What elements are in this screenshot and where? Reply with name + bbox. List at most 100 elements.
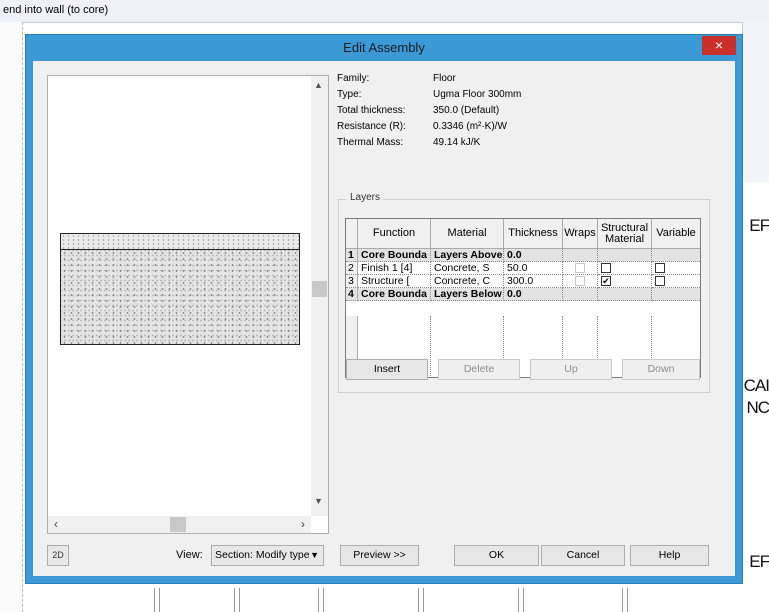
scroll-right-icon[interactable]: › (301, 517, 305, 531)
dialog-titlebar[interactable]: Edit Assembly × (26, 35, 742, 61)
background-hint-text: end into wall (to core) (3, 4, 109, 16)
row-number[interactable]: 1 (346, 249, 358, 262)
column-header-function[interactable]: Function (358, 219, 431, 249)
zoom-icon: 2D (52, 550, 64, 560)
layer-structural-cell (598, 262, 652, 275)
structure-layer-hatch (61, 250, 299, 344)
preview-button[interactable]: Preview >> (340, 545, 419, 566)
structural-material-checkbox[interactable]: ✔ (601, 276, 611, 286)
layers-table[interactable]: Function Material Thickness Wraps Struct… (345, 218, 701, 378)
scroll-left-icon[interactable]: ‹ (54, 517, 58, 531)
layer-material[interactable]: Layers Above (431, 249, 504, 262)
view-select[interactable]: Section: Modify type ▼ (211, 545, 324, 566)
layer-function[interactable]: Structure [ (358, 275, 431, 288)
background-left-strip (0, 22, 23, 612)
row-number[interactable]: 4 (346, 288, 358, 301)
preview-horizontal-scrollbar[interactable]: ‹ › (48, 516, 311, 533)
floor-section-drawing (60, 233, 300, 345)
background-right-panel (742, 22, 769, 182)
background-floorplan (26, 588, 742, 612)
background-toolbar: end into wall (to core) (0, 0, 769, 23)
layer-thickness[interactable]: 50.0 (504, 262, 563, 275)
help-button[interactable]: Help (630, 545, 709, 566)
column-header-row-number (346, 219, 358, 249)
property-resistance: Resistance (R): 0.3346 (m²·K)/W (337, 121, 637, 136)
layer-wraps-cell (563, 275, 598, 288)
property-value: Ugma Floor 300mm (433, 89, 522, 100)
property-value: 0.3346 (m²·K)/W (433, 121, 507, 132)
table-row[interactable]: 3 Structure [ Concrete, C 300.0 ✔ (346, 275, 700, 288)
layer-structural-cell (598, 249, 652, 262)
column-header-wraps[interactable]: Wraps (563, 219, 598, 249)
layer-material[interactable]: Concrete, S (431, 262, 504, 275)
layer-structural-cell (598, 288, 652, 301)
property-value: Floor (433, 73, 456, 84)
layer-function[interactable]: Finish 1 [4] (358, 262, 431, 275)
scroll-up-icon[interactable]: ▲ (314, 80, 323, 90)
column-header-thickness[interactable]: Thickness (504, 219, 563, 249)
insert-button[interactable]: Insert (346, 359, 428, 380)
close-button[interactable]: × (702, 36, 736, 55)
dialog-title: Edit Assembly (343, 40, 425, 55)
property-total-thickness: Total thickness: 350.0 (Default) (337, 105, 637, 120)
variable-checkbox[interactable] (655, 263, 665, 273)
column-header-material[interactable]: Material (431, 219, 504, 249)
property-value: 350.0 (Default) (433, 105, 500, 116)
section-preview-pane[interactable]: ▲ ▼ ‹ › (47, 75, 329, 534)
column-header-variable[interactable]: Variable (652, 219, 700, 249)
property-label: Total thickness: (337, 105, 406, 116)
layer-wraps-cell (563, 249, 598, 262)
layer-wraps-cell (563, 288, 598, 301)
scroll-down-icon[interactable]: ▼ (314, 496, 323, 506)
zoom-button[interactable]: 2D (47, 545, 69, 566)
layer-thickness[interactable]: 0.0 (504, 288, 563, 301)
layer-material[interactable]: Layers Below (431, 288, 504, 301)
background-label: NC (746, 398, 769, 417)
layer-thickness[interactable]: 300.0 (504, 275, 563, 288)
property-label: Resistance (R): (337, 121, 406, 132)
ok-button[interactable]: OK (454, 545, 539, 566)
property-label: Thermal Mass: (337, 137, 404, 148)
property-thermal-mass: Thermal Mass: 49.14 kJ/K (337, 137, 637, 152)
delete-button[interactable]: Delete (438, 359, 520, 380)
checkmark-icon: ✔ (602, 276, 610, 286)
chevron-down-icon: ▼ (310, 550, 319, 560)
layer-variable-cell (652, 288, 700, 301)
row-number[interactable]: 2 (346, 262, 358, 275)
wraps-checkbox[interactable] (575, 276, 585, 286)
layer-function[interactable]: Core Bounda (358, 288, 431, 301)
finish-layer-hatch (61, 234, 299, 250)
up-button[interactable]: Up (530, 359, 612, 380)
layer-material[interactable]: Concrete, C (431, 275, 504, 288)
table-row[interactable]: 2 Finish 1 [4] Concrete, S 50.0 (346, 262, 700, 275)
layer-thickness[interactable]: 0.0 (504, 249, 563, 262)
property-value: 49.14 kJ/K (433, 137, 481, 148)
layers-group-label: Layers (347, 192, 384, 203)
background-label: EF (749, 216, 769, 235)
view-label: View: (176, 549, 203, 561)
layer-function[interactable]: Core Bounda (358, 249, 431, 262)
layer-structural-cell: ✔ (598, 275, 652, 288)
down-button[interactable]: Down (622, 359, 700, 380)
table-row[interactable]: 4 Core Bounda Layers Below 0.0 (346, 288, 700, 301)
table-row[interactable]: 1 Core Bounda Layers Above 0.0 (346, 249, 700, 262)
structural-material-checkbox[interactable] (601, 263, 611, 273)
scroll-thumb[interactable] (170, 517, 186, 532)
preview-vertical-scrollbar[interactable]: ▲ ▼ (311, 76, 328, 516)
layer-variable-cell (652, 262, 700, 275)
row-number[interactable]: 3 (346, 275, 358, 288)
column-header-structural-material[interactable]: Structural Material (598, 219, 652, 249)
dialog-client: ▲ ▼ ‹ › Family: Floor Type: Ugma Floor 3… (33, 61, 735, 576)
property-label: Family: (337, 73, 370, 84)
scroll-thumb[interactable] (312, 281, 327, 297)
view-select-value: Section: Modify type (215, 549, 310, 561)
wraps-checkbox[interactable] (575, 263, 585, 273)
property-family: Family: Floor (337, 73, 637, 88)
background-label: EF (749, 552, 769, 571)
variable-checkbox[interactable] (655, 276, 665, 286)
cancel-button[interactable]: Cancel (541, 545, 625, 566)
close-icon: × (714, 37, 724, 53)
background-label: CAI (743, 376, 769, 395)
property-type: Type: Ugma Floor 300mm (337, 89, 637, 104)
edit-assembly-dialog: Edit Assembly × ▲ ▼ ‹ › Family: Floor Ty… (26, 35, 742, 583)
